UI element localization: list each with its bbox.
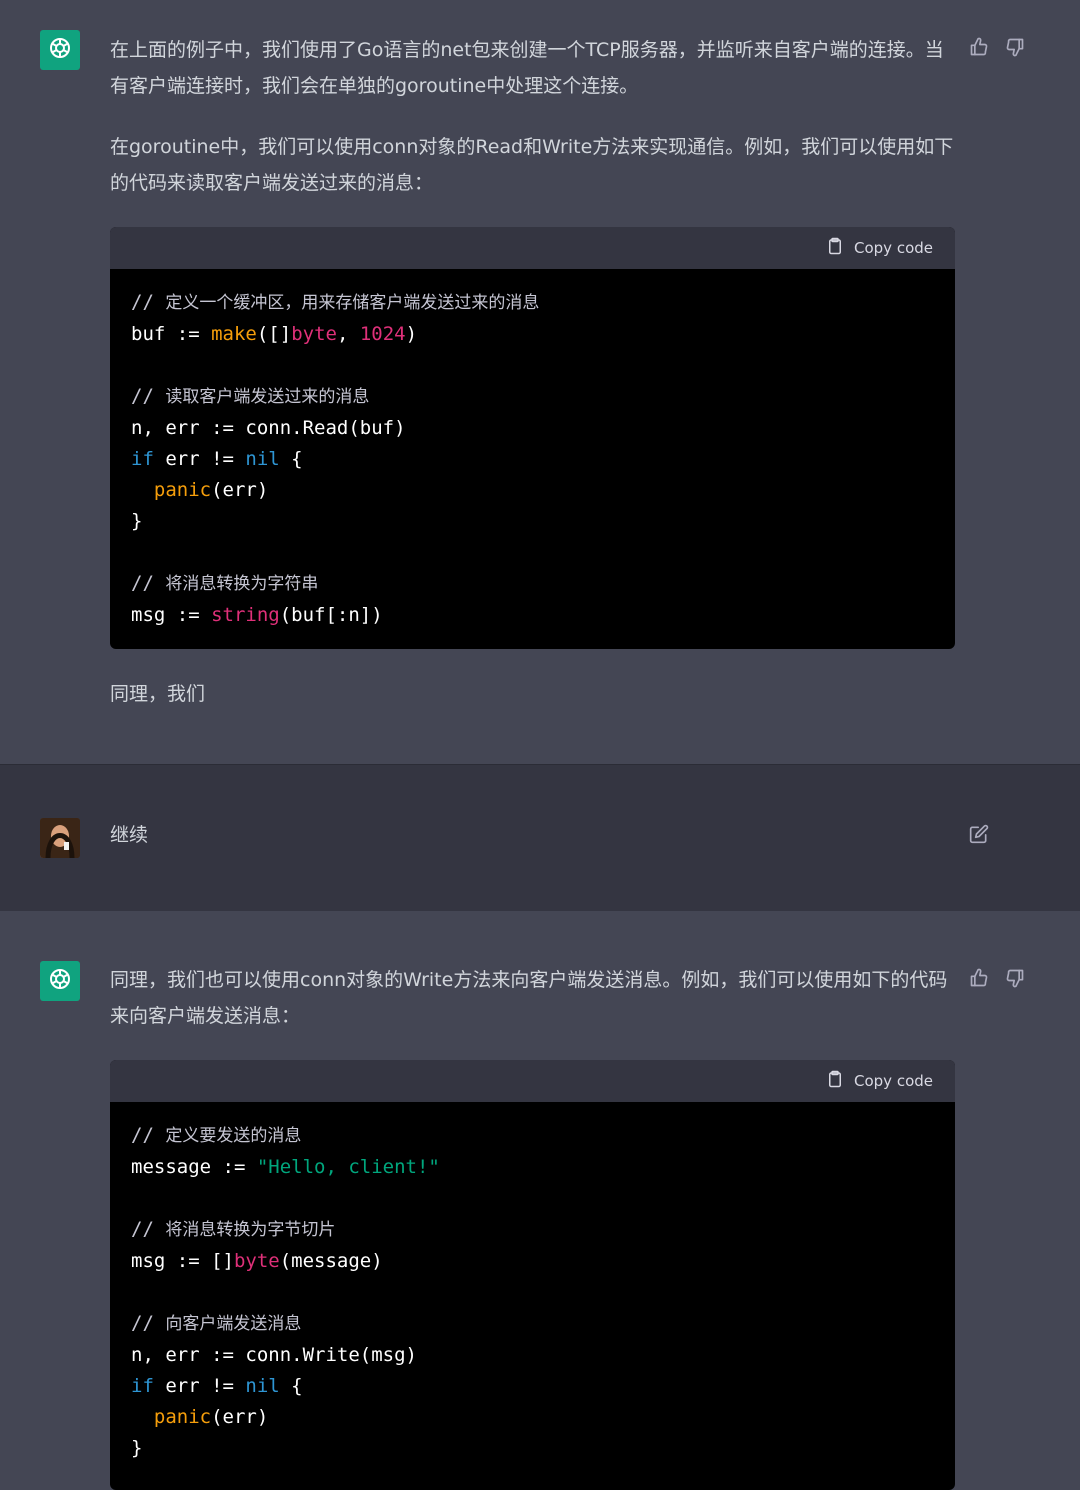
copy-code-button[interactable]: Copy code [826,1070,933,1092]
code-block: Copy code // 定义要发送的消息 message := "Hello, … [110,1060,955,1490]
thumbs-down-icon[interactable] [1004,967,1026,989]
feedback-actions [968,967,1026,989]
avatar [40,818,80,858]
edit-icon[interactable] [968,823,990,845]
code-line: msg := string(buf[:n]) [131,604,383,626]
code-line: } [131,1437,143,1459]
assistant-paragraph: 同理，我们也可以使用conn对象的Write方法来向客户端发送消息。例如，我们可… [110,969,948,1027]
user-message: 继续 [0,764,1080,912]
code-line: } [131,510,143,532]
thumbs-up-icon[interactable] [968,967,990,989]
openai-logo-icon [47,35,73,65]
code-content: // 定义一个缓冲区，用来存储客户端发送过来的消息 buf := make([]b… [110,269,955,649]
thumbs-up-icon[interactable] [968,36,990,58]
copy-code-label: Copy code [854,239,933,257]
code-block-header: Copy code [110,1060,955,1102]
clipboard-icon [826,237,844,259]
code-content: // 定义要发送的消息 message := "Hello, client!" //… [110,1102,955,1482]
code-block: Copy code // 定义一个缓冲区，用来存储客户端发送过来的消息 buf :… [110,227,955,649]
openai-logo-icon [47,966,73,996]
assistant-paragraph: 同理，我们 [110,683,206,705]
code-line: n, err := conn.Write(msg) [131,1344,417,1366]
copy-code-label: Copy code [854,1072,933,1090]
code-line: buf := make([]byte, 1024) [131,323,418,345]
copy-code-button[interactable]: Copy code [826,237,933,259]
code-line: n, err := conn.Read(buf) [131,417,406,439]
assistant-paragraph: 在上面的例子中，我们使用了Go语言的net包来创建一个TCP服务器，并监听来自客… [110,39,944,97]
assistant-paragraph: 在goroutine中，我们可以使用conn对象的Read和Write方法来实现… [110,136,954,194]
code-comment: // 将消息转换为字符串 [131,572,319,594]
assistant-avatar [40,961,80,1001]
code-line: panic(err) [153,1406,269,1428]
assistant-avatar [40,30,80,70]
user-message-text: 继续 [110,824,149,846]
code-comment: // 定义要发送的消息 [131,1124,302,1146]
code-comment: // 将消息转换为字节切片 [131,1218,336,1240]
code-block-header: Copy code [110,227,955,269]
code-comment: // 定义一个缓冲区，用来存储客户端发送过来的消息 [131,291,540,313]
code-line: panic(err) [153,479,269,501]
code-line: message := "Hello, client!" [131,1156,440,1178]
code-line: msg := []byte(message) [131,1250,383,1272]
feedback-actions [968,36,1026,58]
code-comment: // 向客户端发送消息 [131,1312,302,1334]
code-comment: // 读取客户端发送过来的消息 [131,385,370,407]
code-line: if err != nil { [131,448,303,470]
assistant-message-2: 同理，我们也可以使用conn对象的Write方法来向客户端发送消息。例如，我们可… [0,911,1080,1490]
code-line: if err != nil { [131,1375,303,1397]
thumbs-down-icon[interactable] [1004,36,1026,58]
assistant-message-1: 在上面的例子中，我们使用了Go语言的net包来创建一个TCP服务器，并监听来自客… [0,0,1080,764]
clipboard-icon [826,1070,844,1092]
user-actions [968,823,990,845]
